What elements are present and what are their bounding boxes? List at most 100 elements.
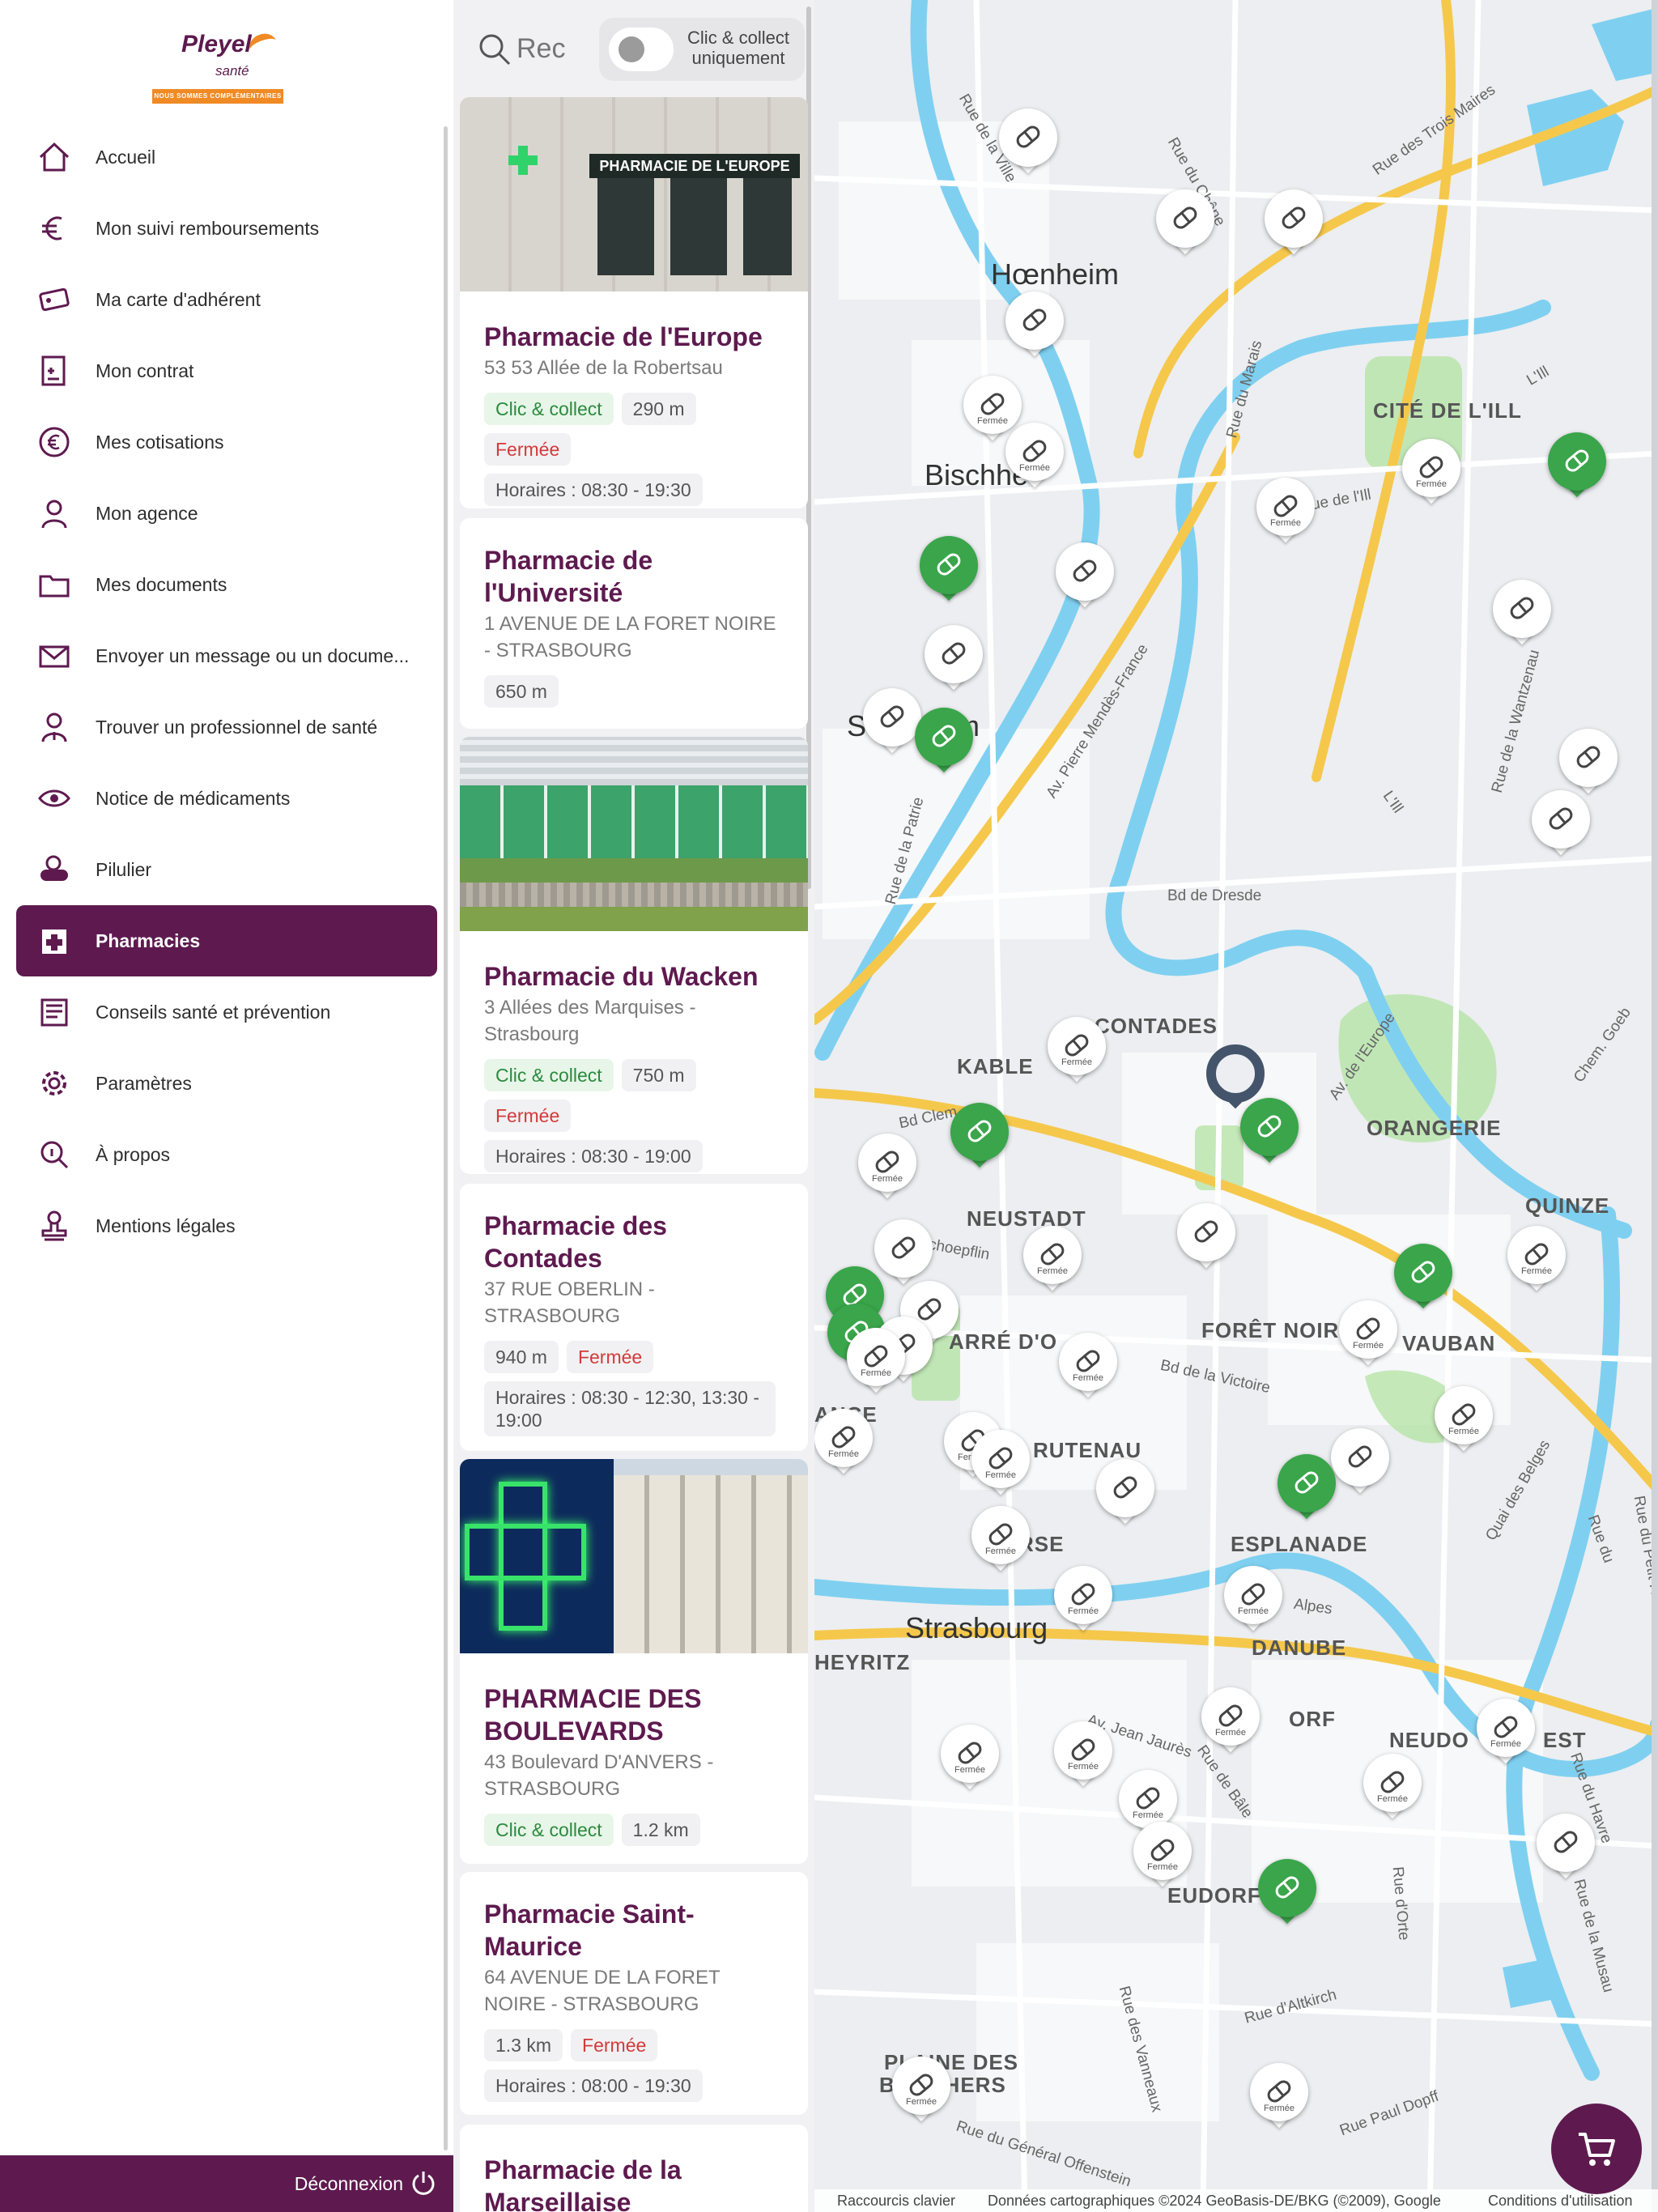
pharmacy-map-pin-clic-collect[interactable] [950,1103,1009,1172]
pharmacy-name: PHARMACIE DES BOULEVARDS [484,1684,702,1746]
pharmacy-card[interactable]: Pharmacie de l'Université 1 AVENUE DE LA… [460,518,808,729]
pharmacy-map-pin-closed[interactable]: Fermée [1250,2063,1308,2133]
menu-label: Mes documents [96,573,227,595]
search-input[interactable] [517,29,565,68]
pharmacy-map-pin-closed[interactable]: Fermée [1256,478,1315,547]
pharmacy-map-pin-clic-collect[interactable] [1394,1244,1452,1313]
pharmacy-card[interactable]: Pharmacie des Contades 37 RUE OBERLIN - … [460,1184,808,1451]
menu-label: Trouver un professionnel de santé [96,716,378,738]
pharmacy-map-pin-closed[interactable]: Fermée [1023,1226,1082,1295]
pharmacy-map-pin[interactable] [999,108,1057,178]
pharmacy-map-pin-clic-collect[interactable] [1278,1454,1336,1524]
pharmacy-map-pin-closed[interactable]: Fermée [1402,439,1460,508]
cart-button[interactable] [1551,2104,1642,2194]
pleyel-sante-logo[interactable]: Pleyel santé NOUS SOMMES COMPLÉMENTAIRES [152,30,285,107]
pharmacy-map-pin-closed[interactable]: Fermée [847,1328,905,1397]
pharmacy-map-pin-closed[interactable]: Fermée [1059,1333,1117,1402]
pharmacy-map-pin-closed[interactable]: Fermée [892,2057,950,2126]
menu-item-cotisations[interactable]: Mes cotisations [0,406,447,478]
sidebar: Pleyel santé NOUS SOMMES COMPLÉMENTAIRES… [0,0,453,2212]
pharmacy-map-pin[interactable] [925,625,983,695]
logout-button[interactable]: Déconnexion [0,2155,453,2212]
closed-label: Fermée [1068,1606,1099,1616]
menu-item-conseils-sante[interactable]: Conseils santé et prévention [0,976,447,1048]
menu-item-carte-adherent[interactable]: Ma carte d'adhérent [0,264,447,335]
menu-item-contrat[interactable]: Mon contrat [0,335,447,406]
closed-label: Fermée [1238,1606,1269,1616]
map-label-area: CONTADES [1095,1014,1218,1038]
pharmacy-map-pin-closed[interactable]: Fermée [941,1725,999,1794]
pharmacy-map-pin-closed[interactable]: Fermée [858,1134,916,1203]
pharmacy-map-pin-clic-collect[interactable] [915,708,973,777]
keyboard-shortcuts-link[interactable]: Raccourcis clavier [837,2189,955,2212]
menu-item-pilulier[interactable]: Pilulier [0,834,447,905]
pharmacy-map-pin[interactable] [1265,189,1323,259]
closed-label: Fermée [1019,463,1050,473]
pharmacy-map-pin[interactable] [863,688,921,758]
menu-item-trouver-professionnel[interactable]: Trouver un professionnel de santé [0,691,447,763]
pharmacy-map-pin[interactable] [1005,291,1064,361]
pharmacy-map-pin-closed[interactable]: Fermée [1507,1226,1566,1295]
pharmacy-map-pin-closed[interactable]: Fermée [1005,423,1064,492]
pharmacy-map-pin-closed[interactable]: Fermée [814,1409,873,1478]
pharmacy-map-pin-closed[interactable]: Fermée [1054,1721,1112,1791]
map-label-area: ARRÉ D'O [949,1329,1058,1354]
closed-label: Fermée [985,1546,1016,1556]
pharmacy-card[interactable]: Pharmacie Saint-Maurice 64 AVENUE DE LA … [460,1872,808,2115]
menu-label: Mon contrat [96,359,194,381]
pharmacy-map-pin-closed[interactable]: Fermée [1363,1754,1422,1823]
pharmacy-card[interactable]: PHARMACIE DE L'EUROPE Pharmacie de l'Eur… [460,97,808,508]
clic-collect-filter[interactable]: Clic & collect uniquement [599,18,805,81]
pharmacy-map-pin-closed[interactable]: Fermée [1435,1386,1493,1456]
menu-label: Notice de médicaments [96,787,291,809]
terms-link[interactable]: Conditions d'utilisation [1488,2189,1633,2212]
map-label-area: CITÉ DE L'ILL [1373,398,1522,423]
pharmacy-map-pin-closed[interactable]: Fermée [971,1506,1030,1576]
pharmacy-map-pin-closed[interactable]: Fermée [1339,1300,1397,1370]
pharmacy-map-pin-closed[interactable]: Fermée [971,1430,1030,1499]
menu-item-parametres[interactable]: Paramètres [0,1048,447,1119]
pharmacy-map-pin[interactable] [1156,189,1214,259]
pharmacy-map-pin[interactable] [1096,1459,1154,1529]
pharmacy-icon [42,929,66,954]
map[interactable]: Hœnheim Bischhe CITÉ DE L'ILL S m CONTAD… [814,0,1658,2212]
pharmacy-map-pin-closed[interactable]: Fermée [1201,1687,1260,1757]
pharmacy-map-pin-clic-collect[interactable] [1258,1859,1316,1929]
menu-item-notice-medicaments[interactable]: Notice de médicaments [0,763,447,834]
status-badge: Fermée [571,2029,658,2061]
closed-label: Fermée [1416,479,1447,489]
menu-item-envoyer-message[interactable]: Envoyer un message ou un docume... [0,620,447,691]
pharmacy-map-pin[interactable] [1559,729,1618,798]
menu-item-accueil[interactable]: Accueil [0,121,447,193]
pharmacy-map-pin-closed[interactable]: Fermée [1054,1566,1112,1636]
pharmacy-map-pin[interactable] [1056,542,1114,612]
pharmacy-map-pin-clic-collect[interactable] [920,536,978,606]
agent-icon [41,500,67,529]
euro-circle-icon [39,427,70,457]
pharmacy-map-pin-clic-collect[interactable] [1548,432,1606,502]
gear-icon [42,1071,66,1095]
pharmacy-card[interactable]: PHARMACIE DES BOULEVARDS 43 Boulevard D'… [460,1459,808,1864]
status-badge: Fermée [484,1100,572,1132]
menu-item-pharmacies[interactable]: Pharmacies [16,905,437,976]
pharmacy-map-pin[interactable] [1493,580,1551,649]
pharmacy-map-pin[interactable] [1331,1428,1389,1498]
menu-item-a-propos[interactable]: À propos [0,1119,447,1190]
menu-item-remboursements[interactable]: Mon suivi remboursements [0,193,447,264]
pharmacy-map-pin[interactable] [1532,790,1590,860]
pharmacy-map-pin[interactable] [1537,1814,1595,1883]
pharmacy-card[interactable]: Pharmacie de la Marseillaise [460,2125,808,2212]
menu-item-mentions-legales[interactable]: Mentions légales [0,1190,447,1261]
sidebar-scrollbar[interactable] [444,126,448,2150]
pharmacy-map-pin-closed[interactable]: Fermée [1477,1699,1535,1768]
pharmacy-map-pin[interactable] [1177,1203,1235,1273]
pharmacy-card[interactable]: Pharmacie du Wacken 3 Allées des Marquis… [460,737,808,1174]
menu-item-agence[interactable]: Mon agence [0,478,447,549]
menu-label: Paramètres [96,1072,192,1094]
pharmacy-map-pin-closed[interactable]: Fermée [1048,1017,1106,1087]
pharmacy-name: Pharmacie de l'Europe [484,322,763,351]
menu-item-documents[interactable]: Mes documents [0,549,447,620]
clic-collect-toggle[interactable] [609,28,674,71]
pharmacy-map-pin-closed[interactable]: Fermée [1224,1566,1282,1636]
pharmacy-map-pin-closed[interactable]: Fermée [1133,1822,1192,1891]
